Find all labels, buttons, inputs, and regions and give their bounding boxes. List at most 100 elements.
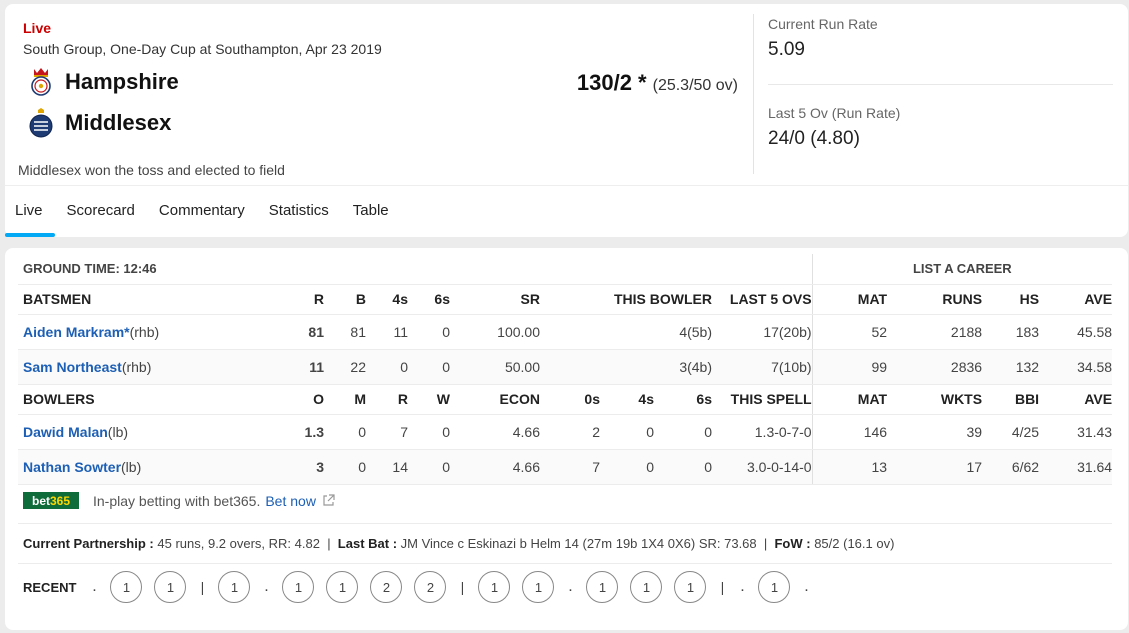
ball-result: 1 [110, 571, 143, 603]
partnership-label: Current Partnership : [23, 536, 154, 551]
col-header-mat: MAT [811, 284, 888, 315]
career-hs: 183 [982, 314, 1040, 350]
batsman-runs: 11 [263, 349, 324, 385]
col-header-sr: SR [450, 284, 540, 315]
recent-balls-list: . 1 1 | 1. 1 1 2 2 | 1 1. 1 1 1 |. 1. [84, 571, 816, 603]
crr-value: 5.09 [768, 39, 805, 60]
dot-ball: . [804, 578, 809, 595]
bowler-wickets: 0 [408, 414, 450, 450]
dot-ball: . [740, 578, 745, 595]
divider [18, 523, 1112, 524]
batsman-fours: 11 [366, 314, 408, 350]
dot-ball: . [264, 578, 269, 595]
col-header-r: R [366, 384, 408, 415]
batsman-last-5-ovs: 17(20b) [712, 314, 813, 350]
batsman-balls: 81 [324, 314, 366, 350]
col-header-ave: AVE [1039, 284, 1113, 315]
col-header-o: O [263, 384, 324, 415]
col-header-last5: LAST 5 OVS [712, 284, 813, 315]
bowler-economy: 4.66 [450, 449, 540, 485]
list-a-career-header: LIST A CAREER [811, 254, 1113, 285]
col-header-m: M [324, 384, 366, 415]
betting-promo: bet 365 In-play betting with bet365. Bet … [23, 492, 335, 509]
bowling-style: (lb) [107, 423, 129, 440]
team-row-hampshire[interactable]: Hampshire [27, 66, 179, 98]
tab-statistics[interactable]: Statistics [257, 186, 341, 237]
last5-label: Last 5 Ov (Run Rate) [768, 105, 901, 121]
col-header-econ: ECON [450, 384, 540, 415]
batsmen-header-row: BATSMEN R B 4s 6s SR THIS BOWLER LAST 5 … [18, 284, 1113, 315]
external-link-icon[interactable] [322, 494, 335, 507]
match-header-card: Live South Group, One-Day Cup at Southam… [5, 4, 1128, 237]
career-ave: 34.58 [1039, 349, 1113, 385]
innings-score: 130/2 * (25.3/50 ov) [577, 70, 738, 96]
bowler-wickets: 0 [408, 449, 450, 485]
col-header-bbi: BBI [982, 384, 1040, 415]
batsman-strike-rate: 50.00 [450, 349, 540, 385]
col-header-bowlers: BOWLERS [18, 384, 263, 415]
score-overs: (25.3/50 ov) [652, 77, 738, 94]
batsman-fours: 0 [366, 349, 408, 385]
col-header-runs: RUNS [887, 284, 983, 315]
col-header-b: B [324, 284, 366, 315]
col-header-ave: AVE [1039, 384, 1113, 415]
ball-result: 1 [674, 571, 707, 603]
bowler-name-link[interactable]: Dawid Malan [23, 424, 108, 440]
ball-result: 1 [218, 571, 251, 603]
batsman-last-5-ovs: 7(10b) [712, 349, 813, 385]
live-status: Live [23, 20, 52, 36]
ball-result: 1 [282, 571, 315, 603]
batsman-balls: 22 [324, 349, 366, 385]
team1-name: Hampshire [65, 69, 179, 94]
recent-balls: RECENT . 1 1 | 1. 1 1 2 2 | 1 1. 1 1 1 |. 1. [23, 569, 816, 605]
ball-result: 2 [414, 571, 447, 603]
ball-result: 2 [370, 571, 403, 603]
bowler-cell: Dawid Malan(lb) [18, 414, 263, 450]
recent-label: RECENT [23, 579, 77, 595]
batsman-vs-this-bowler: 3(4b) [540, 349, 712, 385]
bet-now-link[interactable]: Bet now [265, 493, 316, 509]
bowler-this-spell: 3.0-0-14-0 [712, 449, 813, 485]
career-ave: 31.43 [1039, 414, 1113, 450]
team-row-middlesex[interactable]: Middlesex [27, 107, 171, 139]
team2-name: Middlesex [65, 110, 172, 135]
last5-value: 24/0 (4.80) [768, 128, 860, 149]
ball-result: 1 [630, 571, 663, 603]
ball-result: 1 [326, 571, 359, 603]
middlesex-crest-icon [27, 107, 55, 139]
table-row: Dawid Malan(lb) 1.3 0 7 0 4.66 2 0 0 1.3… [18, 414, 1113, 450]
tab-table[interactable]: Table [341, 186, 401, 237]
career-wkts: 39 [887, 414, 983, 450]
bowler-maidens: 0 [324, 449, 366, 485]
career-bbi: 4/25 [982, 414, 1040, 450]
batsman-cell: Aiden Markram*(rhb) [18, 314, 263, 350]
bowler-overs: 3 [263, 449, 324, 485]
career-wkts: 17 [887, 449, 983, 485]
bowler-sixes: 0 [654, 449, 712, 485]
career-mat: 52 [811, 314, 888, 350]
bowler-name-link[interactable]: Nathan Sowter [23, 459, 121, 475]
tab-live[interactable]: Live [5, 186, 55, 237]
career-mat: 13 [811, 449, 888, 485]
tab-scorecard[interactable]: Scorecard [55, 186, 147, 237]
career-mat: 146 [811, 414, 888, 450]
bowling-style: (lb) [121, 458, 142, 475]
col-header-this-bowler: THIS BOWLER [540, 284, 712, 315]
batsman-strike-rate: 100.00 [450, 314, 540, 350]
partnership-value: 45 runs, 9.2 overs, RR: 4.82 [157, 536, 320, 551]
dot-ball: . [568, 578, 573, 595]
ground-row: GROUND TIME: 12:46 LIST A CAREER [18, 254, 1113, 285]
col-header-mat: MAT [811, 384, 888, 415]
batsman-name-link[interactable]: Aiden Markram* [23, 324, 130, 340]
batsman-name-link[interactable]: Sam Northeast [23, 359, 122, 375]
bet365-logo[interactable]: bet 365 [23, 492, 79, 509]
bowler-sixes: 0 [654, 414, 712, 450]
col-header-6s: 6s [408, 284, 450, 315]
batting-style: (rhb) [129, 323, 160, 340]
ball-result: 1 [758, 571, 791, 603]
tab-commentary[interactable]: Commentary [147, 186, 257, 237]
bowler-economy: 4.66 [450, 414, 540, 450]
bowler-dots: 7 [540, 449, 600, 485]
bowler-runs: 14 [366, 449, 408, 485]
bowler-fours: 0 [600, 414, 654, 450]
